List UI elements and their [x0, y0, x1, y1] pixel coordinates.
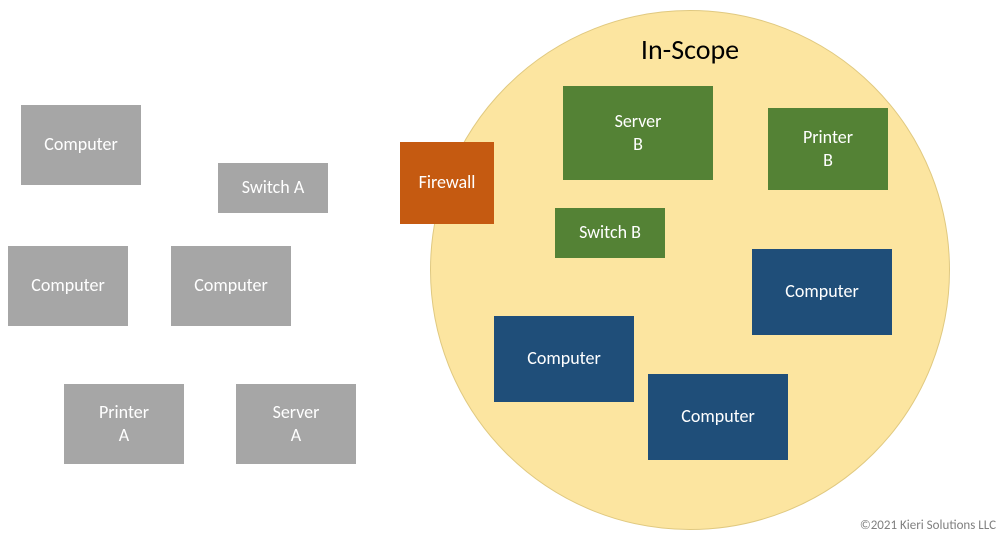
- node-server-b: ServerB: [563, 86, 713, 180]
- node-computer-in-right: Computer: [752, 249, 892, 335]
- node-label: PrinterA: [99, 401, 149, 448]
- node-computer-in-bottom: Computer: [648, 374, 788, 460]
- node-computer-out-3: Computer: [171, 246, 291, 326]
- node-server-a: ServerA: [236, 384, 356, 464]
- node-printer-b: PrinterB: [768, 108, 888, 190]
- diagram-canvas: In-Scope Computer Switch A Computer Comp…: [0, 0, 1006, 539]
- node-label: ServerB: [615, 110, 662, 157]
- node-label: Switch B: [579, 221, 641, 244]
- node-firewall: Firewall: [400, 142, 494, 224]
- node-label: Firewall: [419, 171, 476, 194]
- node-label: Computer: [44, 133, 117, 156]
- node-switch-a: Switch A: [218, 163, 328, 213]
- node-printer-a: PrinterA: [64, 384, 184, 464]
- node-label: Computer: [785, 280, 858, 303]
- node-label: Computer: [527, 347, 600, 370]
- node-label: Computer: [681, 405, 754, 428]
- node-label: Switch A: [242, 176, 304, 199]
- node-computer-in-left: Computer: [494, 316, 634, 402]
- node-label: PrinterB: [803, 126, 853, 173]
- node-label: Computer: [194, 274, 267, 297]
- node-switch-b: Switch B: [555, 208, 665, 258]
- node-label: Computer: [31, 274, 104, 297]
- node-computer-out-2: Computer: [8, 246, 128, 326]
- copyright-text: ©2021 Kieri Solutions LLC: [860, 518, 996, 533]
- node-computer-out-1: Computer: [21, 105, 141, 185]
- node-label: ServerA: [273, 401, 320, 448]
- in-scope-title: In-Scope: [620, 32, 760, 67]
